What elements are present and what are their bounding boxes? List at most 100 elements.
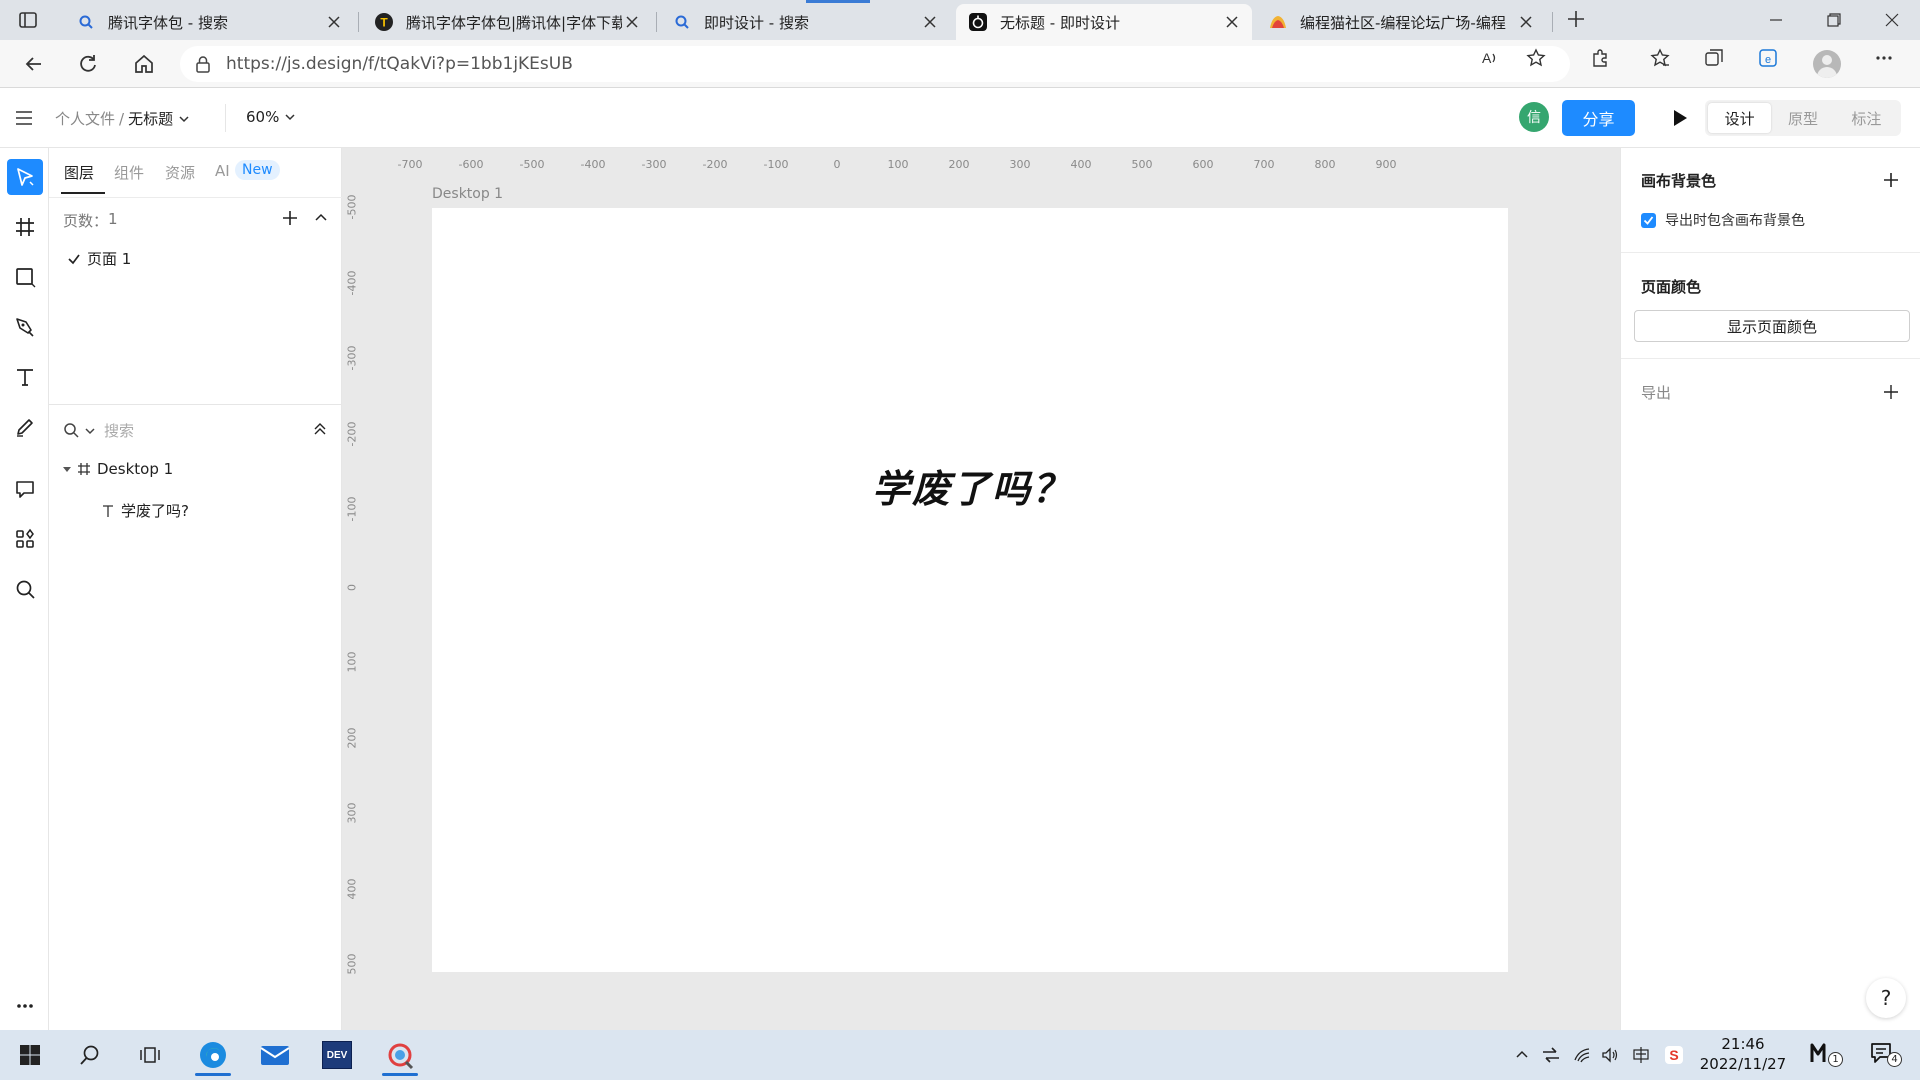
- browser-tab-1[interactable]: 腾讯字体包 - 搜索: [64, 4, 354, 40]
- wifi-icon[interactable]: [1572, 1045, 1592, 1065]
- layer-row-text[interactable]: 学废了吗?: [101, 500, 189, 521]
- restore-icon[interactable]: [1806, 0, 1862, 40]
- ime-mode-icon[interactable]: 1: [1810, 1042, 1844, 1068]
- close-icon[interactable]: [1222, 12, 1242, 32]
- frame-tool-icon[interactable]: [7, 209, 43, 245]
- desktop-frame[interactable]: 学废了吗？: [432, 208, 1508, 972]
- comment-tool-icon[interactable]: [7, 471, 43, 507]
- url-field[interactable]: https://js.design/f/tQakVi?p=1bb1jKEsUB: [180, 46, 1570, 82]
- network-switch-icon[interactable]: [1541, 1045, 1561, 1065]
- search-input[interactable]: 搜索: [104, 420, 134, 441]
- horizontal-ruler: -700 -600 -500 -400 -300 -200 -100 0 100 200 300 40…: [342, 148, 1620, 171]
- collapse-layers-icon[interactable]: [313, 422, 327, 436]
- system-clock[interactable]: 21:46 2022/11/27: [1698, 1034, 1788, 1074]
- profile-avatar[interactable]: [1813, 50, 1841, 78]
- input-method-icon[interactable]: [1631, 1045, 1651, 1065]
- ruler-tick-x: 400: [1070, 158, 1092, 171]
- ruler-tick-x: -400: [580, 158, 606, 171]
- rectangle-tool-icon[interactable]: [7, 259, 43, 295]
- close-icon[interactable]: [920, 12, 940, 32]
- paint-app-icon[interactable]: [376, 1034, 424, 1076]
- chevron-down-icon[interactable]: [178, 113, 190, 125]
- refresh-icon[interactable]: [70, 46, 106, 82]
- chevron-up-icon[interactable]: [1512, 1045, 1532, 1065]
- page-count-value: 1: [108, 210, 118, 228]
- task-view-icon[interactable]: [126, 1034, 174, 1076]
- show-page-color-button[interactable]: 显示页面颜色: [1634, 310, 1910, 342]
- extensions-icon[interactable]: [1590, 48, 1610, 68]
- edge-sidebar-icon[interactable]: e: [1758, 48, 1778, 68]
- checkbox-icon[interactable]: [1641, 212, 1656, 228]
- favorites-icon[interactable]: [1650, 48, 1670, 68]
- tab-assets[interactable]: 资源: [165, 162, 195, 183]
- menu-icon[interactable]: [14, 108, 34, 128]
- lock-icon[interactable]: [194, 55, 212, 73]
- tab-components[interactable]: 组件: [114, 162, 144, 183]
- codemao-icon: [1268, 12, 1288, 32]
- new-tab-icon[interactable]: [1566, 9, 1586, 29]
- tab-ai[interactable]: AI: [215, 162, 230, 180]
- browser-tab-4-active[interactable]: 无标题 - 即时设计: [956, 4, 1252, 40]
- close-icon[interactable]: [324, 12, 344, 32]
- sogou-icon[interactable]: S: [1664, 1045, 1684, 1065]
- volume-icon[interactable]: [1600, 1045, 1620, 1065]
- home-icon[interactable]: [126, 46, 162, 82]
- read-aloud-icon[interactable]: A: [1480, 48, 1500, 68]
- zoom-dropdown[interactable]: 60%: [246, 108, 296, 126]
- layer-search[interactable]: 搜索: [63, 420, 134, 441]
- collaborator-avatar[interactable]: 信: [1519, 102, 1549, 132]
- tab-prototype[interactable]: 原型: [1771, 103, 1834, 133]
- share-button[interactable]: 分享: [1562, 100, 1635, 136]
- chevron-down-icon[interactable]: [84, 425, 96, 437]
- mode-switcher: 设计 原型 标注: [1705, 100, 1901, 136]
- tab-actions-icon[interactable]: [18, 10, 38, 30]
- select-tool-icon[interactable]: [7, 159, 43, 195]
- text-tool-icon[interactable]: [7, 359, 43, 395]
- export-with-bg-checkbox[interactable]: 导出时包含画布背景色: [1641, 210, 1805, 230]
- more-icon[interactable]: [7, 988, 43, 1024]
- add-export-icon[interactable]: [1883, 384, 1899, 400]
- devcpp-icon[interactable]: DEV: [313, 1034, 361, 1076]
- close-icon[interactable]: [1516, 12, 1536, 32]
- pen-tool-icon[interactable]: [7, 309, 43, 345]
- ruler-tick-x: 0: [833, 158, 841, 171]
- svg-text:S: S: [1669, 1047, 1678, 1063]
- canvas-text[interactable]: 学废了吗？: [872, 458, 1072, 513]
- tab-annotate[interactable]: 标注: [1835, 103, 1898, 133]
- windows-start-icon[interactable]: [6, 1034, 54, 1076]
- pencil-tool-icon[interactable]: [7, 409, 43, 445]
- more-icon[interactable]: [1874, 48, 1894, 68]
- close-window-icon[interactable]: [1864, 0, 1920, 40]
- edge-browser-icon[interactable]: [189, 1034, 237, 1076]
- collapse-pages-icon[interactable]: [314, 211, 328, 225]
- ruler-tick-y: 300: [345, 802, 359, 824]
- frame-label[interactable]: Desktop 1: [432, 186, 503, 202]
- play-icon[interactable]: [1672, 109, 1688, 127]
- close-icon[interactable]: [622, 12, 642, 32]
- add-canvas-bg-icon[interactable]: [1883, 172, 1899, 188]
- browser-tab-5[interactable]: 编程猫社区-编程论坛广场-编程: [1256, 4, 1546, 40]
- caret-down-icon[interactable]: [63, 465, 71, 473]
- collections-icon[interactable]: [1704, 48, 1724, 68]
- browser-tab-3[interactable]: 即时设计 - 搜索: [660, 4, 950, 40]
- back-icon[interactable]: [16, 46, 52, 82]
- help-button[interactable]: ?: [1866, 978, 1906, 1018]
- minimize-icon[interactable]: [1748, 0, 1804, 40]
- mail-icon[interactable]: [251, 1034, 299, 1076]
- add-favorite-icon[interactable]: [1526, 48, 1546, 68]
- plugins-icon[interactable]: [7, 521, 43, 557]
- taskbar-search-icon[interactable]: [66, 1034, 114, 1076]
- tab-layers[interactable]: 图层: [64, 162, 94, 183]
- file-name[interactable]: 无标题: [128, 108, 173, 129]
- tab-title: 无标题 - 即时设计: [1000, 13, 1120, 32]
- breadcrumb-folder[interactable]: 个人文件: [55, 108, 115, 129]
- browser-tab-2[interactable]: T 腾讯字体字体包|腾讯体|字体下载: [362, 4, 652, 40]
- page-list-item[interactable]: 页面 1: [67, 248, 131, 269]
- layer-row-frame[interactable]: Desktop 1: [63, 460, 173, 478]
- notification-icon[interactable]: 4: [1870, 1042, 1904, 1068]
- tab-design[interactable]: 设计: [1708, 103, 1772, 133]
- search-tool-icon[interactable]: [7, 571, 43, 607]
- ruler-tick-x: 100: [887, 158, 909, 171]
- design-canvas[interactable]: -700 -600 -500 -400 -300 -200 -100 0 100 200 300 40…: [342, 148, 1620, 1030]
- add-page-icon[interactable]: [281, 209, 299, 227]
